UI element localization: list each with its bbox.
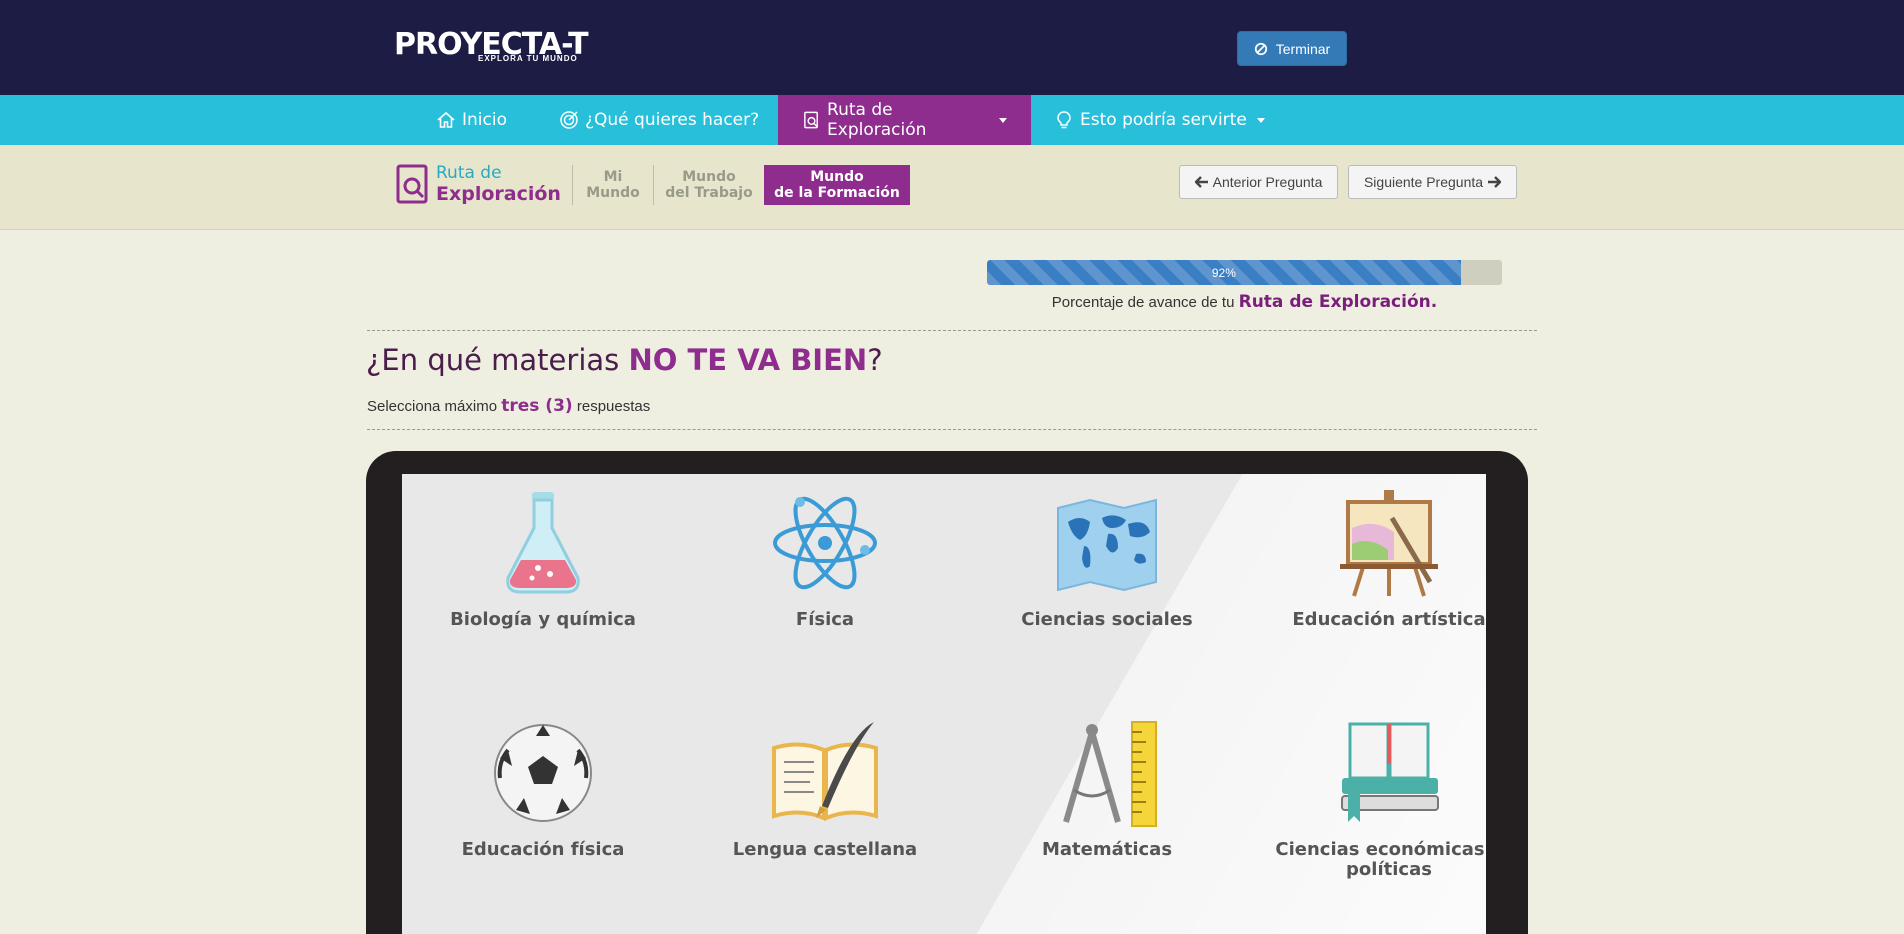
progress-caption-highlight: Ruta de Exploración. [1238, 292, 1438, 312]
progress-caption-prefix: Porcentaje de avance de tu [1051, 294, 1235, 311]
progress-bar: 92% [987, 260, 1502, 285]
question-instructions: Selecciona máximo tres (3) respuestas [367, 396, 650, 416]
progress-caption: Porcentaje de avance de tu Ruta de Explo… [987, 292, 1502, 312]
subject-option-biologia[interactable]: Biología y química [402, 488, 684, 630]
subject-option-fisica[interactable]: Física [684, 488, 966, 630]
search-document-icon [804, 111, 818, 129]
nav-item-ruta-de-exploracion[interactable]: Ruta de Exploración [778, 95, 1031, 145]
subject-option-educacion-artistica[interactable]: Educación artística [1248, 488, 1486, 630]
tab-line2: Mundo [586, 185, 640, 201]
arrow-left-icon [1194, 176, 1208, 188]
lightbulb-icon [1057, 111, 1071, 129]
nav-item-inicio[interactable]: Inicio [436, 95, 507, 145]
subjects-screen: Biología y química Física Ciencias socia… [402, 474, 1486, 934]
subject-label: Física [795, 609, 855, 630]
search-document-icon [396, 164, 428, 204]
nav-item-que-quieres-hacer[interactable]: ¿Qué quieres hacer? [559, 95, 759, 145]
atom-icon [773, 496, 877, 590]
proyectat-logo[interactable]: PROYECTA-T EXPLORA TU MUNDO [394, 28, 618, 68]
tab-mundo-de-la-formacion[interactable]: Mundo de la Formación [764, 165, 910, 205]
tab-mundo-del-trabajo[interactable]: Mundo del Trabajo [659, 165, 759, 205]
ruta-logo-line2: Exploración [436, 183, 561, 205]
arrow-right-icon [1488, 176, 1502, 188]
tab-line1: Mi [603, 169, 623, 185]
next-question-label: Siguiente Pregunta [1363, 174, 1484, 190]
subject-label: Matemáticas [1041, 839, 1173, 860]
finish-button-label: Terminar [1275, 40, 1331, 57]
question-suffix: ? [867, 343, 883, 377]
question-prefix: ¿En qué materias [366, 343, 620, 377]
previous-question-button[interactable]: Anterior Pregunta [1179, 165, 1338, 199]
soccer-ball-icon [494, 724, 592, 822]
tab-line1: Mundo [682, 169, 736, 185]
divider [572, 165, 573, 205]
subject-option-lengua-castellana[interactable]: Lengua castellana [684, 718, 966, 860]
finish-button[interactable]: Terminar [1237, 31, 1347, 66]
nav-label: Ruta de Exploración [827, 100, 927, 140]
exploration-subbar: Ruta de Exploración Mi Mundo Mundo del Tra… [0, 145, 1904, 230]
subject-option-matematicas[interactable]: Matemáticas [966, 718, 1248, 860]
subject-option-ciencias-sociales[interactable]: Ciencias sociales [966, 488, 1248, 630]
subject-label: Ciencias económicas y políticas [1275, 839, 1486, 880]
subject-label: Educación artística [1292, 609, 1486, 630]
book-quill-icon [772, 722, 878, 821]
instr-suffix: respuestas [576, 398, 651, 415]
previous-question-label: Anterior Pregunta [1212, 174, 1323, 190]
subject-option-ciencias-economicas[interactable]: Ciencias económicas y políticas [1248, 718, 1486, 880]
ruta-logo-line1: Ruta de [436, 163, 502, 183]
subject-label: Lengua castellana [732, 839, 918, 860]
home-icon [437, 111, 455, 128]
tab-line2: de la Formación [774, 185, 900, 201]
subject-label: Educación física [461, 839, 625, 860]
subject-label: Ciencias sociales [1021, 609, 1193, 630]
target-icon [560, 111, 578, 129]
subject-label: Biología y química [450, 609, 636, 630]
instr-highlight: tres (3) [501, 396, 573, 416]
ruta-exploracion-logo: Ruta de Exploración [396, 163, 561, 205]
next-question-button[interactable]: Siguiente Pregunta [1348, 165, 1517, 199]
divider [653, 165, 654, 205]
instr-prefix: Selecciona máximo [367, 398, 498, 415]
nav-label: Inicio [462, 110, 507, 130]
top-header: PROYECTA-T EXPLORA TU MUNDO Terminar [0, 0, 1904, 95]
chevron-down-icon [1256, 117, 1265, 123]
logo-tagline: EXPLORA TU MUNDO [478, 54, 578, 63]
nav-label: ¿Qué quieres hacer? [585, 110, 760, 130]
tab-mi-mundo[interactable]: Mi Mundo [578, 165, 648, 205]
divider [367, 330, 1537, 331]
divider [367, 429, 1537, 430]
flask-icon [506, 492, 580, 594]
books-icon [1341, 722, 1439, 822]
main-nav: Inicio ¿Qué quieres hacer? Ruta de Explo… [0, 95, 1904, 145]
subject-option-educacion-fisica[interactable]: Educación física [402, 718, 684, 860]
ban-icon [1254, 42, 1267, 55]
tab-line1: Mundo [810, 169, 864, 185]
compass-ruler-icon [1063, 721, 1157, 827]
world-map-icon [1057, 498, 1157, 592]
chevron-down-icon [999, 117, 1007, 123]
progress-label: 92% [1211, 265, 1236, 280]
nav-item-esto-podria-servirte[interactable]: Esto podría servirte [1054, 95, 1265, 145]
question-title: ¿En qué materias NO TE VA BIEN? [366, 343, 883, 377]
tab-line2: del Trabajo [665, 185, 753, 201]
nav-label: Esto podría servirte [1080, 110, 1247, 130]
question-highlight: NO TE VA BIEN [628, 343, 868, 377]
easel-icon [1340, 490, 1438, 597]
